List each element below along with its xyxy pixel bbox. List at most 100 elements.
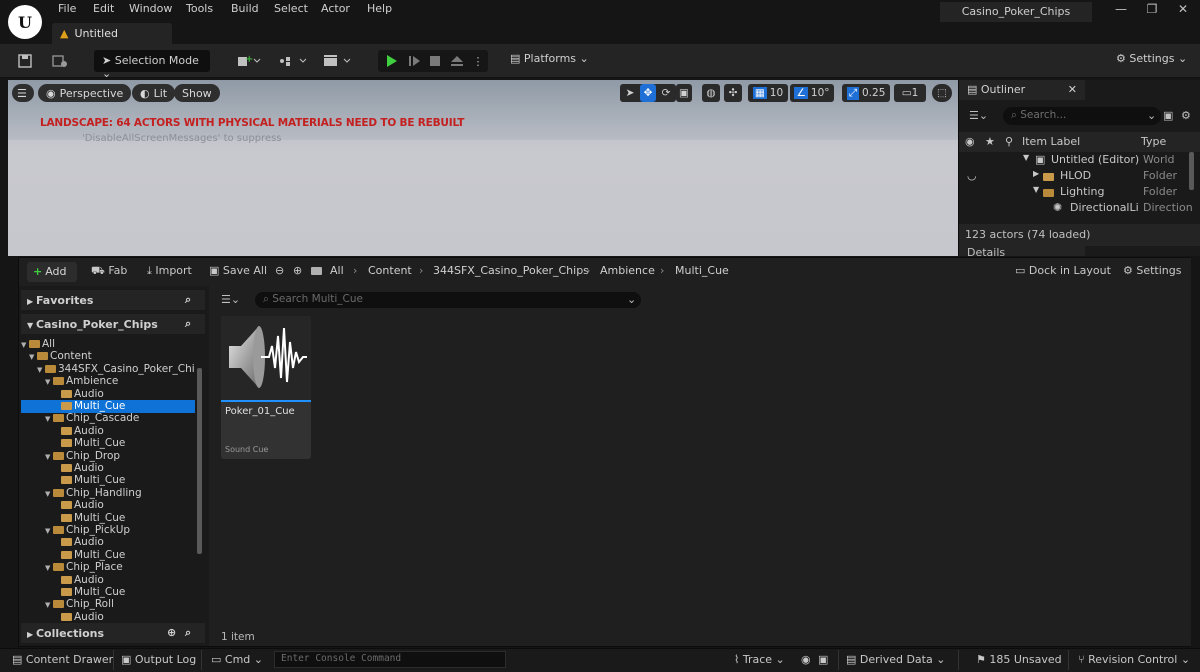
tree-expand-icon[interactable]: ▼ [45, 413, 53, 425]
tree-item[interactable]: Multi_Cue [21, 549, 195, 562]
tree-item[interactable]: Audio [21, 536, 195, 549]
breadcrumb-all[interactable]: All [330, 264, 344, 277]
outliner-scrollbar[interactable] [1189, 152, 1194, 190]
import-button[interactable]: ⤓ Import [147, 264, 192, 280]
cinematics-icon[interactable] [320, 49, 354, 73]
cb-settings-button[interactable]: ⚙ Settings [1123, 264, 1181, 280]
menu-select[interactable]: Select [274, 2, 308, 18]
tree-item[interactable]: Multi_Cue [21, 400, 195, 413]
cmd-dropdown[interactable]: ▭ Cmd ⌄ [211, 653, 263, 667]
close-icon[interactable]: ✕ [1068, 83, 1077, 97]
platforms-button[interactable]: ▤ Platforms ⌄ [510, 52, 589, 70]
tree-expand-icon[interactable]: ▼ [1033, 185, 1039, 194]
favorites-header[interactable]: ▶ Favorites ⌕ [21, 290, 205, 310]
collections-header[interactable]: ▶ Collections ⊕ ⌕ [21, 623, 205, 643]
tree-item[interactable]: Multi_Cue [21, 512, 195, 525]
blueprint-icon[interactable] [276, 49, 310, 73]
record-icon[interactable]: ◉ [801, 653, 811, 667]
menu-window[interactable]: Window [129, 2, 172, 18]
add-folder-icon[interactable]: ▣ [1163, 109, 1173, 122]
project-header[interactable]: ▼ Casino_Poker_Chips ⌕ [21, 314, 205, 334]
tree-item[interactable]: ▼ All [21, 338, 195, 351]
breadcrumb-ambience[interactable]: Ambience [600, 264, 655, 277]
chevron-down-icon[interactable]: ⌄ [1147, 109, 1156, 122]
tree-expand-icon[interactable]: ▼ [21, 339, 29, 351]
rotate-icon[interactable]: ⟳ [658, 84, 674, 102]
pin-icon[interactable]: ⚲ [1005, 135, 1013, 148]
item-label-column[interactable]: Item Label [1022, 135, 1080, 148]
document-tab[interactable]: ▲ Untitled [52, 23, 172, 44]
chevron-down-icon[interactable]: ⌄ [627, 293, 636, 306]
grid-snap-button[interactable]: ▦ 10 [748, 84, 788, 102]
settings-button[interactable]: ⚙ Settings ⌄ [1116, 52, 1187, 70]
outliner-row[interactable]: ▼ ▣ Untitled (Editor) World [959, 152, 1189, 168]
tree-expand-icon[interactable]: ▼ [45, 599, 53, 611]
play-icon[interactable] [380, 49, 402, 73]
add-button[interactable]: + Add [27, 262, 77, 282]
add-collection-icon[interactable]: ⊕ [167, 626, 176, 639]
tree-expand-icon[interactable]: ▼ [45, 376, 53, 388]
select-cursor-icon[interactable]: ➤ [622, 84, 638, 102]
output-log-button[interactable]: ▣ Output Log [121, 653, 196, 667]
tree-item[interactable]: ▼ Chip_Roll [21, 598, 195, 611]
fab-button[interactable]: ⛟ Fab [91, 264, 127, 280]
rotation-snap-button[interactable]: ∠ 10° [790, 84, 834, 102]
more-options-icon[interactable]: ⋮ [472, 49, 484, 73]
tree-item[interactable]: ▼ Chip_Cascade [21, 412, 195, 425]
lit-button[interactable]: ◐ Lit [132, 84, 176, 102]
viewport-menu-icon[interactable]: ☰ [12, 84, 34, 102]
add-actor-icon[interactable]: + [232, 49, 266, 73]
tree-item[interactable]: ▼ Chip_Place [21, 561, 195, 574]
search-icon[interactable]: ⌕ [185, 293, 191, 307]
close-icon[interactable]: ✕ [1168, 2, 1198, 22]
outliner-tab[interactable]: ▤ Outliner ✕ [959, 80, 1085, 100]
tree-scrollbar[interactable] [197, 368, 202, 554]
show-button[interactable]: Show [174, 84, 220, 102]
gear-icon[interactable]: ⚙ [1181, 109, 1191, 122]
breadcrumb-multi-cue[interactable]: Multi_Cue [675, 264, 729, 277]
tree-item[interactable]: ▼ Content [21, 350, 195, 363]
type-column[interactable]: Type [1141, 135, 1166, 148]
tree-expand-icon[interactable]: ▼ [29, 351, 37, 363]
tree-expand-icon[interactable]: ▼ [45, 451, 53, 463]
folder-icon[interactable] [311, 264, 324, 280]
trace-dropdown[interactable]: ⌇ Trace ⌄ [734, 653, 785, 667]
tree-expand-icon[interactable]: ▼ [45, 525, 53, 537]
unsaved-button[interactable]: ⚑ 185 Unsaved [976, 653, 1062, 667]
menu-file[interactable]: File [58, 2, 76, 18]
tree-item[interactable]: Audio [21, 388, 195, 401]
perspective-button[interactable]: ◉ Perspective [38, 84, 132, 102]
tree-item[interactable]: Audio [21, 611, 195, 624]
filter-icon[interactable]: ☰⌄ [221, 293, 240, 306]
tree-item[interactable]: ▼ Chip_Drop [21, 450, 195, 463]
breadcrumb-content[interactable]: Content [368, 264, 412, 277]
unreal-logo-icon[interactable]: U [8, 5, 42, 39]
tree-expand-icon[interactable]: ▼ [45, 488, 53, 500]
tree-expand-icon[interactable]: ▼ [1023, 153, 1029, 162]
tree-item[interactable]: ▼ 344SFX_Casino_Poker_Chips [21, 363, 195, 376]
breadcrumb-project[interactable]: 344SFX_Casino_Poker_Chips [433, 264, 589, 277]
tree-item[interactable]: Audio [21, 499, 195, 512]
maximize-viewport-icon[interactable]: ⬚ [932, 84, 952, 102]
scale-icon[interactable]: ▣ [676, 84, 692, 102]
tree-item[interactable]: ▼ Ambience [21, 375, 195, 388]
tree-item[interactable]: Multi_Cue [21, 437, 195, 450]
maximize-icon[interactable]: ❐ [1137, 2, 1167, 22]
menu-actor[interactable]: Actor [321, 2, 350, 18]
tree-item[interactable]: Multi_Cue [21, 586, 195, 599]
camera-icon[interactable]: ▣ [818, 653, 828, 667]
revision-control-dropdown[interactable]: ⑂ Revision Control ⌄ [1078, 653, 1190, 667]
outliner-row[interactable]: ◡ ▶ HLOD Folder [959, 168, 1189, 184]
dock-in-layout-button[interactable]: ▭ Dock in Layout [1015, 264, 1111, 280]
surface-snap-icon[interactable]: ✣ [724, 84, 742, 102]
minimize-icon[interactable]: — [1106, 2, 1136, 22]
asset-tile[interactable]: Poker_01_Cue Sound Cue [221, 316, 311, 459]
source-control-icon[interactable] [48, 49, 72, 73]
visibility-icon[interactable]: ◉ [965, 135, 975, 148]
menu-edit[interactable]: Edit [93, 2, 114, 18]
tree-item[interactable]: ▼ Chip_PickUp [21, 524, 195, 537]
level-viewport[interactable]: ☰ ◉ Perspective ◐ Lit Show LANDSCAPE: 64 A… [8, 80, 958, 256]
tree-expand-icon[interactable]: ▶ [1033, 169, 1039, 178]
tree-item[interactable]: Audio [21, 462, 195, 475]
tree-item[interactable]: ▼ Chip_Handling [21, 487, 195, 500]
